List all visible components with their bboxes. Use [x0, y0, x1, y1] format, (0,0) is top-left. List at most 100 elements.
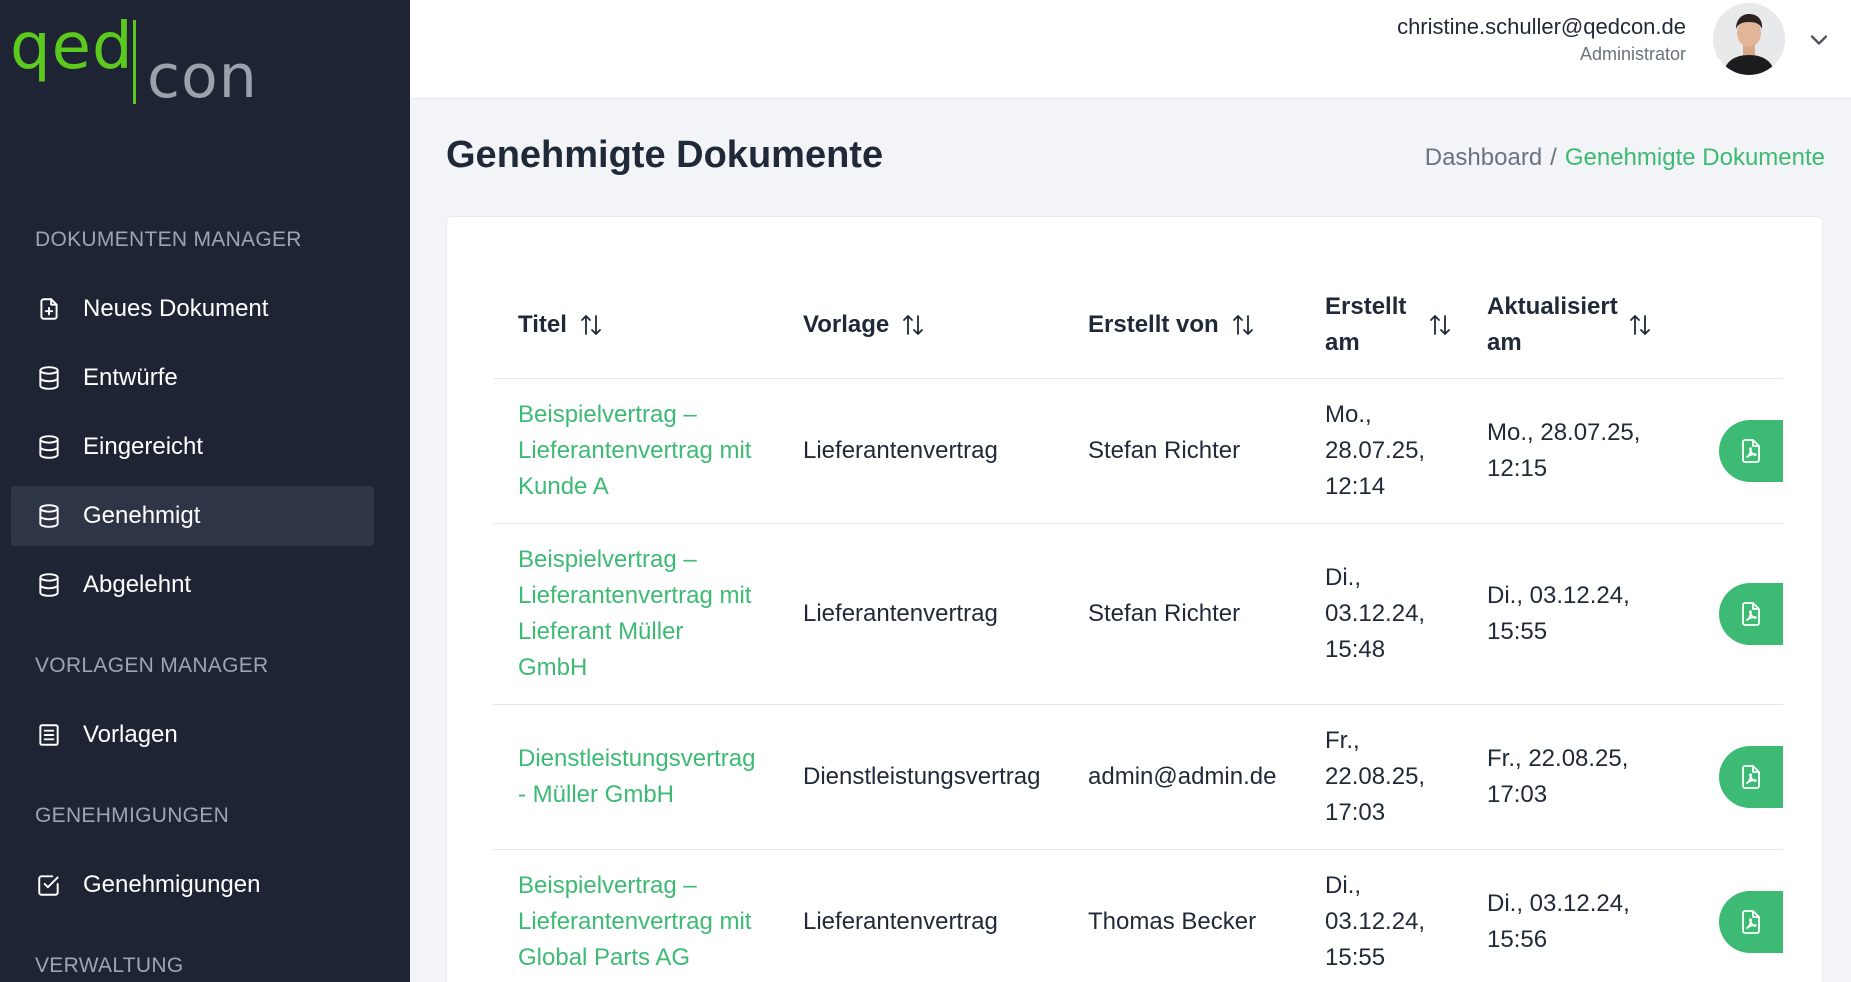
title-line: - Müller GmbH	[518, 781, 675, 808]
sidebar-item-genehmigt[interactable]: Genehmigt	[11, 486, 374, 546]
table-row: Beispielvertrag – Lieferantenvertrag mit…	[493, 850, 1783, 982]
column-header-vorlage[interactable]: Vorlage	[803, 307, 925, 343]
sort-icon	[1231, 312, 1255, 338]
qedcon-logo[interactable]: qed con	[10, 10, 270, 112]
sidebar-item-neues-dokument[interactable]: Neues Dokument	[11, 279, 374, 339]
title-line: GmbH	[518, 654, 588, 681]
breadcrumb-dashboard-link[interactable]: Dashboard	[1425, 144, 1542, 171]
erstellt-von-cell: Stefan Richter	[1088, 437, 1241, 464]
title-line: Beispielvertrag –	[518, 872, 697, 899]
column-header-titel[interactable]: Titel	[518, 307, 603, 343]
date-line: Di., 03.12.24,	[1487, 582, 1630, 609]
title-line: Kunde A	[518, 473, 609, 500]
logo-con-text: con	[147, 42, 258, 112]
table-header-row: Titel Vorlage Erstellt von Erstellt am A…	[493, 271, 1783, 379]
aktualisiert-am-cell: Di., 03.12.24, 15:56	[1487, 886, 1630, 958]
file-pdf-icon	[1742, 910, 1760, 934]
sidebar-item-eingereicht[interactable]: Eingereicht	[11, 417, 374, 477]
erstellt-am-cell: Fr., 22.08.25, 17:03	[1325, 723, 1425, 831]
title-line: Global Parts AG	[518, 944, 691, 971]
date-line: Fr.,	[1325, 727, 1360, 754]
date-line: 15:55	[1487, 618, 1548, 645]
date-line: 15:48	[1325, 636, 1386, 663]
document-title-link[interactable]: Dienstleistungsvertrag - Müller GmbH	[518, 741, 755, 813]
aktualisiert-am-cell: Fr., 22.08.25, 17:03	[1487, 741, 1628, 813]
vorlage-cell: Dienstleistungsvertrag	[803, 763, 1041, 790]
database-icon	[35, 571, 63, 599]
vorlage-cell: Lieferantenvertrag	[803, 600, 998, 627]
table-row: Dienstleistungsvertrag - Müller GmbH Die…	[493, 705, 1783, 850]
pdf-download-button[interactable]	[1719, 420, 1783, 482]
file-plus-icon	[35, 295, 63, 323]
title-line: Beispielvertrag –	[518, 401, 697, 428]
column-header-label-line: Erstellt	[1325, 293, 1407, 320]
section-title-vorlagen-manager: VORLAGEN MANAGER	[35, 654, 269, 677]
documents-table: Titel Vorlage Erstellt von Erstellt am A…	[493, 271, 1783, 982]
erstellt-am-cell: Mo., 28.07.25, 12:14	[1325, 397, 1425, 505]
title-line: Lieferantenvertrag mit	[518, 437, 752, 464]
vorlage-cell: Lieferantenvertrag	[803, 437, 998, 464]
document-title-link[interactable]: Beispielvertrag – Lieferantenvertrag mit…	[518, 542, 751, 686]
pdf-download-button[interactable]	[1719, 746, 1783, 808]
date-line: 28.07.25,	[1325, 437, 1426, 464]
sidebar: qed con DOKUMENTEN MANAGER Neues Dokumen…	[0, 0, 410, 982]
erstellt-von-cell: Thomas Becker	[1088, 908, 1257, 935]
sidebar-item-vorlagen[interactable]: Vorlagen	[11, 705, 374, 765]
sort-icon	[1628, 312, 1652, 338]
section-title-verwaltung: VERWALTUNG	[35, 954, 184, 977]
avatar[interactable]	[1713, 3, 1785, 75]
date-line: 03.12.24,	[1325, 600, 1426, 627]
column-header-label: Aktualisiert am	[1487, 289, 1618, 361]
sort-icon	[901, 312, 925, 338]
date-line: Di., 03.12.24,	[1487, 890, 1630, 917]
sidebar-item-label: Neues Dokument	[83, 295, 269, 322]
sidebar-item-genehmigungen[interactable]: Genehmigungen	[11, 855, 374, 915]
title-line: Lieferant Müller	[518, 618, 684, 645]
title-line: Dienstleistungsvertrag	[518, 745, 756, 772]
list-document-icon	[35, 721, 63, 749]
title-line: Beispielvertrag –	[518, 546, 697, 573]
erstellt-von-cell: Stefan Richter	[1088, 600, 1241, 627]
database-icon	[35, 433, 63, 461]
column-header-erstellt-von[interactable]: Erstellt von	[1088, 307, 1255, 343]
column-header-label-line: Aktualisiert	[1487, 293, 1618, 320]
column-header-label-line: am	[1487, 329, 1522, 356]
sidebar-item-label: Eingereicht	[83, 433, 204, 460]
sort-icon	[579, 312, 603, 338]
erstellt-am-cell: Di., 03.12.24, 15:55	[1325, 868, 1425, 976]
user-email: christine.schuller@qedcon.de	[1397, 14, 1686, 39]
vorlage-cell: Lieferantenvertrag	[803, 908, 998, 935]
erstellt-am-cell: Di., 03.12.24, 15:48	[1325, 560, 1425, 668]
date-line: 17:03	[1325, 799, 1386, 826]
column-header-label: Titel	[518, 311, 567, 338]
file-pdf-icon	[1742, 602, 1760, 626]
sort-icon	[1428, 312, 1452, 338]
column-header-label: Erstellt am	[1325, 289, 1406, 361]
title-line: Lieferantenvertrag mit	[518, 582, 752, 609]
check-square-icon	[35, 871, 63, 899]
column-header-erstellt-am[interactable]: Erstellt am	[1325, 289, 1452, 361]
date-line: 17:03	[1487, 781, 1548, 808]
aktualisiert-am-cell: Mo., 28.07.25, 12:15	[1487, 415, 1640, 487]
column-header-aktualisiert-am[interactable]: Aktualisiert am	[1487, 289, 1652, 361]
date-line: Fr., 22.08.25,	[1487, 745, 1629, 772]
documents-card: Titel Vorlage Erstellt von Erstellt am A…	[446, 216, 1823, 982]
title-line: Lieferantenvertrag mit	[518, 908, 752, 935]
sidebar-item-entwuerfe[interactable]: Entwürfe	[11, 348, 374, 408]
file-pdf-icon	[1742, 439, 1760, 463]
pdf-download-button[interactable]	[1719, 583, 1783, 645]
document-title-link[interactable]: Beispielvertrag – Lieferantenvertrag mit…	[518, 868, 751, 976]
chevron-down-icon[interactable]	[1805, 26, 1833, 54]
sidebar-item-abgelehnt[interactable]: Abgelehnt	[11, 555, 374, 615]
section-title-genehmigungen: GENEHMIGUNGEN	[35, 804, 230, 827]
logo-qed-text: qed	[10, 10, 134, 84]
column-header-label: Erstellt von	[1088, 311, 1219, 338]
sidebar-item-label: Genehmigt	[83, 502, 201, 529]
pdf-download-button[interactable]	[1719, 891, 1783, 953]
sidebar-item-label: Genehmigungen	[83, 871, 261, 898]
logo-divider	[133, 20, 136, 104]
table-row: Beispielvertrag – Lieferantenvertrag mit…	[493, 524, 1783, 705]
sidebar-item-label: Abgelehnt	[83, 571, 192, 598]
document-title-link[interactable]: Beispielvertrag – Lieferantenvertrag mit…	[518, 397, 751, 505]
breadcrumb: Dashboard / Genehmigte Dokumente	[1425, 144, 1825, 172]
